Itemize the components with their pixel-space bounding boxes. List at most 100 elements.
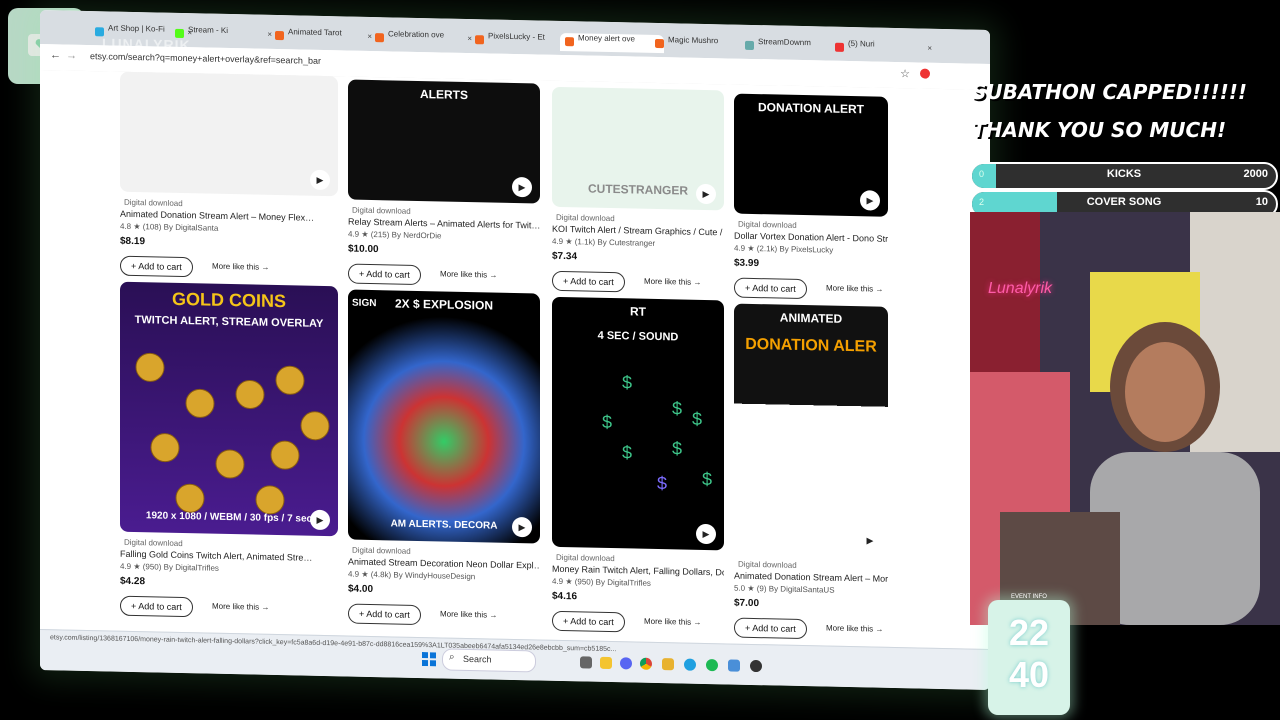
tab-label: Money alert ove	[578, 33, 635, 44]
listing-title: Animated Donation Stream Alert – Money F…	[120, 208, 315, 223]
play-video-icon[interactable]: ▶	[310, 509, 330, 531]
listing-card[interactable]: DONATION ALERT ▶ Digital download Dollar Vo…	[734, 93, 888, 300]
listing-title: Relay Stream Alerts – Animated Alerts fo…	[348, 216, 540, 231]
listing-thumbnail[interactable]	[120, 71, 338, 197]
browser-tab[interactable]: StreamDownm×	[740, 37, 844, 57]
listing-price: $10.00	[348, 243, 379, 256]
file-explorer-icon[interactable]	[600, 656, 612, 670]
add-to-cart-button[interactable]: + Add to cart	[552, 610, 625, 633]
windows-start-icon[interactable]	[422, 652, 436, 667]
arrow-right-icon: →	[691, 277, 702, 287]
subathon-headline: SUBATHON CAPPED!!!!!!	[972, 80, 1247, 104]
url-text[interactable]: etsy.com/search?q=money+alert+overlay&re…	[90, 51, 321, 66]
listing-card[interactable]: GOLD COINS TWITCH ALERT, STREAM OVERLAY 19…	[120, 281, 338, 618]
app-icon[interactable]	[728, 659, 740, 672]
listing-card[interactable]: CUTESTRANGER ▶ Digital download KOI Twitch …	[552, 86, 724, 293]
add-to-cart-button[interactable]: + Add to cart	[734, 277, 807, 300]
listing-title: Animated Donation Stream Alert – Money F…	[734, 570, 888, 584]
play-video-icon[interactable]: ▶	[512, 176, 532, 198]
browser-tab[interactable]: Animated Tarot ×	[270, 27, 374, 47]
add-to-cart-button[interactable]: + Add to cart	[348, 603, 421, 626]
event-number-top: 22	[1008, 612, 1050, 653]
listing-card[interactable]: 2X $ EXPLOSION SIGN AM ALERTS. DECORA ▶ Digi…	[348, 289, 540, 626]
add-to-cart-button[interactable]: + Add to cart	[120, 255, 193, 278]
play-video-icon[interactable]: ▶	[860, 190, 880, 211]
browser-tab[interactable]: PixelsLucky - Et×	[470, 31, 574, 51]
svg-text:$: $	[602, 412, 612, 432]
obs-icon[interactable]	[750, 659, 762, 673]
discord-icon[interactable]	[620, 657, 632, 670]
event-info-panel: EVENT INFO 22 40	[988, 594, 1070, 715]
svg-text:$: $	[622, 372, 632, 392]
event-number-bottom: 40	[1008, 654, 1050, 695]
browser-tab[interactable]: (5) Nuri ×	[830, 39, 934, 59]
listing-rating: 4.9 ★ (950) By DigitalTrifles	[120, 561, 219, 573]
digital-download-label: Digital download	[124, 197, 183, 209]
edge-icon[interactable]	[684, 658, 696, 671]
tab-favicon-icon	[475, 35, 484, 45]
spotify-icon[interactable]	[706, 659, 718, 672]
listing-price: $4.16	[552, 590, 578, 603]
play-video-icon[interactable]: ▶	[696, 183, 716, 205]
digital-download-label: Digital download	[738, 559, 797, 570]
play-video-icon[interactable]: ▶	[512, 516, 532, 538]
add-to-cart-label: Add to cart	[752, 282, 796, 294]
add-to-cart-label: Add to cart	[570, 276, 614, 288]
folder-icon[interactable]	[662, 658, 674, 671]
more-like-this-link[interactable]: More like this →	[212, 262, 269, 272]
add-to-cart-button[interactable]: + Add to cart	[552, 270, 625, 293]
arrow-right-icon: →	[259, 602, 270, 612]
more-like-this-link[interactable]: More like this →	[440, 609, 497, 619]
more-like-this-label: More like this	[440, 269, 488, 280]
arrow-right-icon: →	[873, 624, 884, 634]
listing-card[interactable]: ANIMATED DONATION ALER MONEY FLEXING CAT ▶ D…	[734, 303, 888, 640]
bookmark-star-icon[interactable]: ☆	[900, 67, 910, 80]
listing-thumbnail[interactable]	[348, 289, 540, 544]
more-like-this-label: More like this	[644, 276, 692, 287]
add-to-cart-button[interactable]: + Add to cart	[348, 263, 421, 286]
more-like-this-link[interactable]: More like this →	[440, 269, 497, 279]
browser-tab[interactable]: Magic Mushro×	[650, 35, 754, 55]
forward-icon[interactable]: →	[66, 50, 77, 62]
more-like-this-label: More like this	[440, 609, 488, 620]
listing-rating: 4.9 ★ (215) By NerdOrDie	[348, 229, 442, 241]
tab-label: PixelsLucky - Et	[488, 31, 545, 42]
add-to-cart-button[interactable]: + Add to cart	[120, 595, 193, 618]
play-video-icon[interactable]: ▶	[310, 169, 330, 191]
goal-target: 10	[1255, 196, 1268, 208]
more-like-this-link[interactable]: More like this →	[826, 284, 883, 294]
tab-close-icon[interactable]: ×	[927, 44, 932, 53]
taskview-icon[interactable]	[580, 656, 592, 669]
tab-label: StreamDownm	[758, 37, 811, 48]
tab-favicon-icon	[745, 40, 754, 51]
listing-card[interactable]: ALERTS ▶ Digital download Relay Stream Aler…	[348, 79, 540, 286]
add-to-cart-label: Add to cart	[570, 616, 614, 628]
listing-card[interactable]: $ $ $ $ $ $ $ $ RT 4 SEC / SOUND ▶ Digital download…	[552, 296, 724, 633]
tab-favicon-icon	[655, 38, 664, 49]
add-to-cart-button[interactable]: + Add to cart	[734, 617, 807, 640]
more-like-this-link[interactable]: More like this →	[826, 624, 883, 634]
svg-text:$: $	[702, 469, 712, 489]
listing-title: KOI Twitch Alert / Stream Graphics / Cut…	[552, 223, 724, 238]
listing-price: $4.28	[120, 575, 146, 588]
more-like-this-link[interactable]: More like this →	[644, 277, 701, 287]
goal-label: KICKS	[1106, 168, 1142, 180]
more-like-this-link[interactable]: More like this →	[644, 617, 701, 627]
extension-icon[interactable]	[920, 68, 930, 79]
tab-favicon-icon	[375, 33, 384, 43]
webcam-feed: Lunalyrik	[970, 212, 1280, 625]
webcam-scene	[970, 212, 1280, 625]
taskbar-search[interactable]: ⌕ Search	[442, 648, 536, 673]
browser-tab[interactable]: Money alert ove×	[560, 32, 664, 54]
neon-sign: Lunalyrik	[988, 280, 1053, 297]
search-results: ▶ Digital download Animated Donation Strea…	[40, 70, 990, 650]
chrome-icon[interactable]	[640, 657, 652, 670]
back-icon[interactable]: ←	[50, 49, 61, 61]
play-video-icon[interactable]: ▶	[860, 530, 880, 551]
digital-download-label: Digital download	[352, 545, 411, 556]
goal-target: 2000	[1243, 168, 1268, 180]
play-video-icon[interactable]: ▶	[696, 523, 716, 545]
more-like-this-link[interactable]: More like this →	[212, 602, 269, 612]
listing-rating: 4.9 ★ (2.1k) By PixelsLucky	[734, 243, 834, 255]
browser-tab[interactable]: Celebration ove ×	[370, 29, 474, 49]
